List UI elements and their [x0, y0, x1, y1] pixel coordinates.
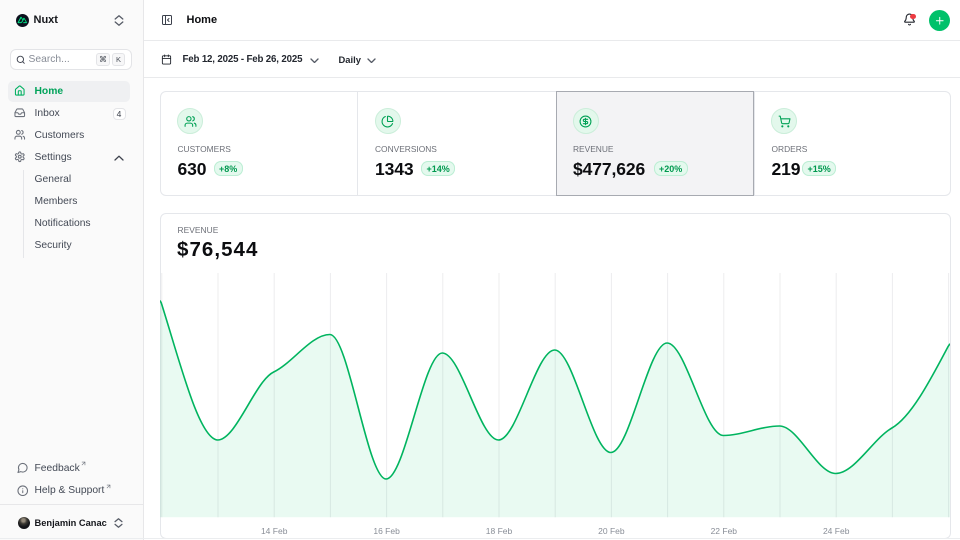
svg-text:18 Feb: 18 Feb — [486, 526, 513, 536]
svg-text:16 Feb: 16 Feb — [373, 526, 400, 536]
svg-text:20 Feb: 20 Feb — [598, 526, 625, 536]
svg-text:24 Feb: 24 Feb — [823, 526, 850, 536]
svg-text:22 Feb: 22 Feb — [711, 526, 738, 536]
svg-text:14 Feb: 14 Feb — [261, 526, 288, 536]
